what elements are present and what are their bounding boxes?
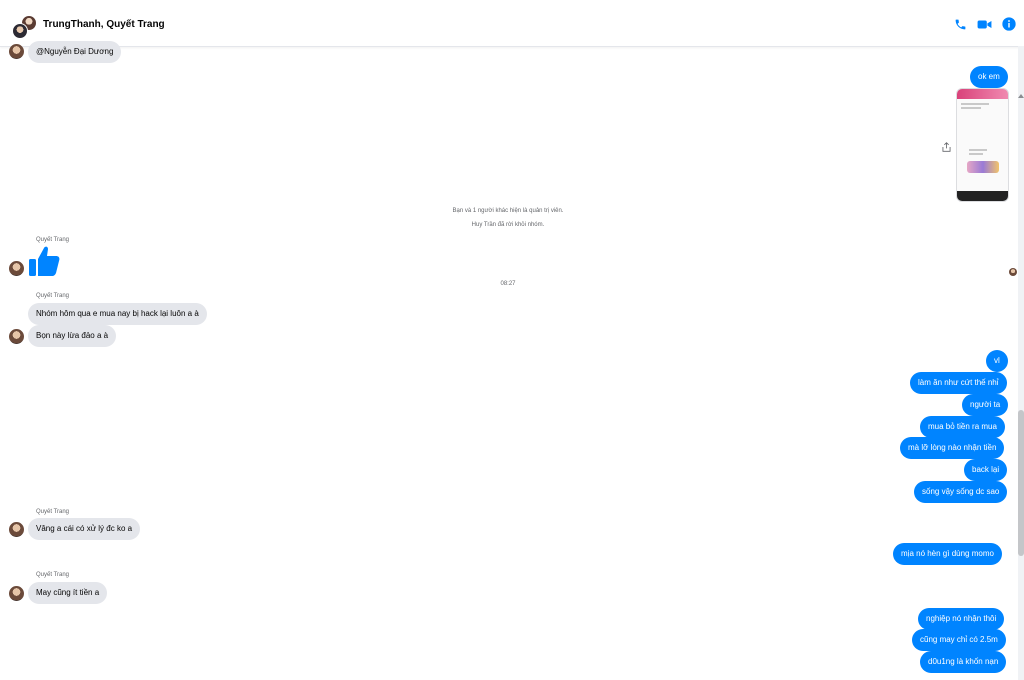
message-bubble-incoming[interactable]: Vâng a cái có xử lý đc ko a	[28, 518, 141, 540]
group-avatar[interactable]	[12, 15, 38, 39]
attachment-text-line	[969, 149, 987, 151]
timestamp: 08:27	[500, 281, 516, 287]
avatar	[9, 261, 24, 276]
message-bubble-outgoing[interactable]: d0u1ng là khốn nạn	[920, 651, 1007, 673]
message-bubble-outgoing[interactable]: cũng may chỉ có 2.5m	[912, 629, 1006, 651]
avatar	[9, 522, 24, 537]
attachment-text-line	[969, 153, 983, 155]
message-bubble-outgoing[interactable]: người ta	[962, 394, 1009, 416]
scrollbar-thumb[interactable]	[1018, 410, 1024, 556]
sender-name: Quyết Trang	[36, 237, 70, 243]
info-icon[interactable]	[1002, 17, 1016, 31]
scroll-up-arrow-icon[interactable]	[1018, 94, 1024, 98]
avatar	[12, 23, 28, 39]
attachment-header-bar	[957, 89, 1008, 99]
conversation-title[interactable]: TrungThanh, Quyết Trang	[43, 19, 165, 30]
message-bubble-incoming[interactable]: Bọn này lừa đảo a à	[28, 325, 117, 347]
attachment-image	[967, 161, 999, 173]
sender-name: Quyết Trang	[36, 572, 70, 578]
message-timeline: @Nguyễn Đại Dương ok em Bạn và 1 người k…	[0, 41, 1016, 680]
message-bubble-outgoing[interactable]: mà lỡ lòng nào nhận tiền	[900, 437, 1005, 459]
message-bubble-incoming[interactable]: Nhóm hôm qua e mua nay bị hack lại luôn …	[28, 303, 207, 325]
chat-header: TrungThanh, Quyết Trang	[0, 0, 1024, 47]
message-bubble-outgoing[interactable]: vl	[986, 350, 1008, 372]
attachment-text-line	[961, 103, 989, 105]
read-receipt-avatar	[1009, 268, 1017, 276]
message-bubble-outgoing[interactable]: ok em	[970, 66, 1008, 88]
message-bubble-outgoing[interactable]: back lại	[964, 459, 1008, 481]
thumbs-up-icon[interactable]	[28, 244, 60, 278]
message-bubble-outgoing[interactable]: mua bỏ tiền ra mua	[920, 416, 1005, 438]
attachment-text-line	[961, 107, 981, 109]
system-notice: Huy Trần đã rời khỏi nhóm.	[471, 222, 545, 228]
avatar	[9, 586, 24, 601]
scrollbar[interactable]	[1018, 46, 1024, 680]
avatar	[9, 44, 24, 59]
message-bubble-outgoing[interactable]: mịa nó hèn gì dùng momo	[893, 543, 1002, 565]
image-attachment[interactable]	[956, 88, 1009, 202]
share-icon[interactable]	[942, 139, 951, 157]
attachment-nav-bar	[957, 191, 1008, 201]
phone-icon[interactable]	[954, 18, 967, 31]
message-bubble-incoming[interactable]: May cũng ít tiền a	[28, 582, 108, 604]
avatar	[9, 329, 24, 344]
message-bubble-outgoing[interactable]: nghiệp nó nhận thôi	[918, 608, 1005, 630]
message-bubble-outgoing[interactable]: sống vậy sống dc sao	[914, 481, 1008, 503]
message-bubble-outgoing[interactable]: làm ăn như cứt thế nhỉ	[910, 372, 1007, 394]
sender-name: Quyết Trang	[36, 509, 70, 515]
sender-name: Quyết Trang	[36, 293, 70, 299]
header-actions	[954, 17, 1016, 31]
system-notice: Bạn và 1 người khác hiện là quản trị viê…	[452, 208, 564, 214]
message-bubble-incoming[interactable]: @Nguyễn Đại Dương	[28, 41, 122, 63]
video-camera-icon[interactable]	[977, 18, 992, 31]
